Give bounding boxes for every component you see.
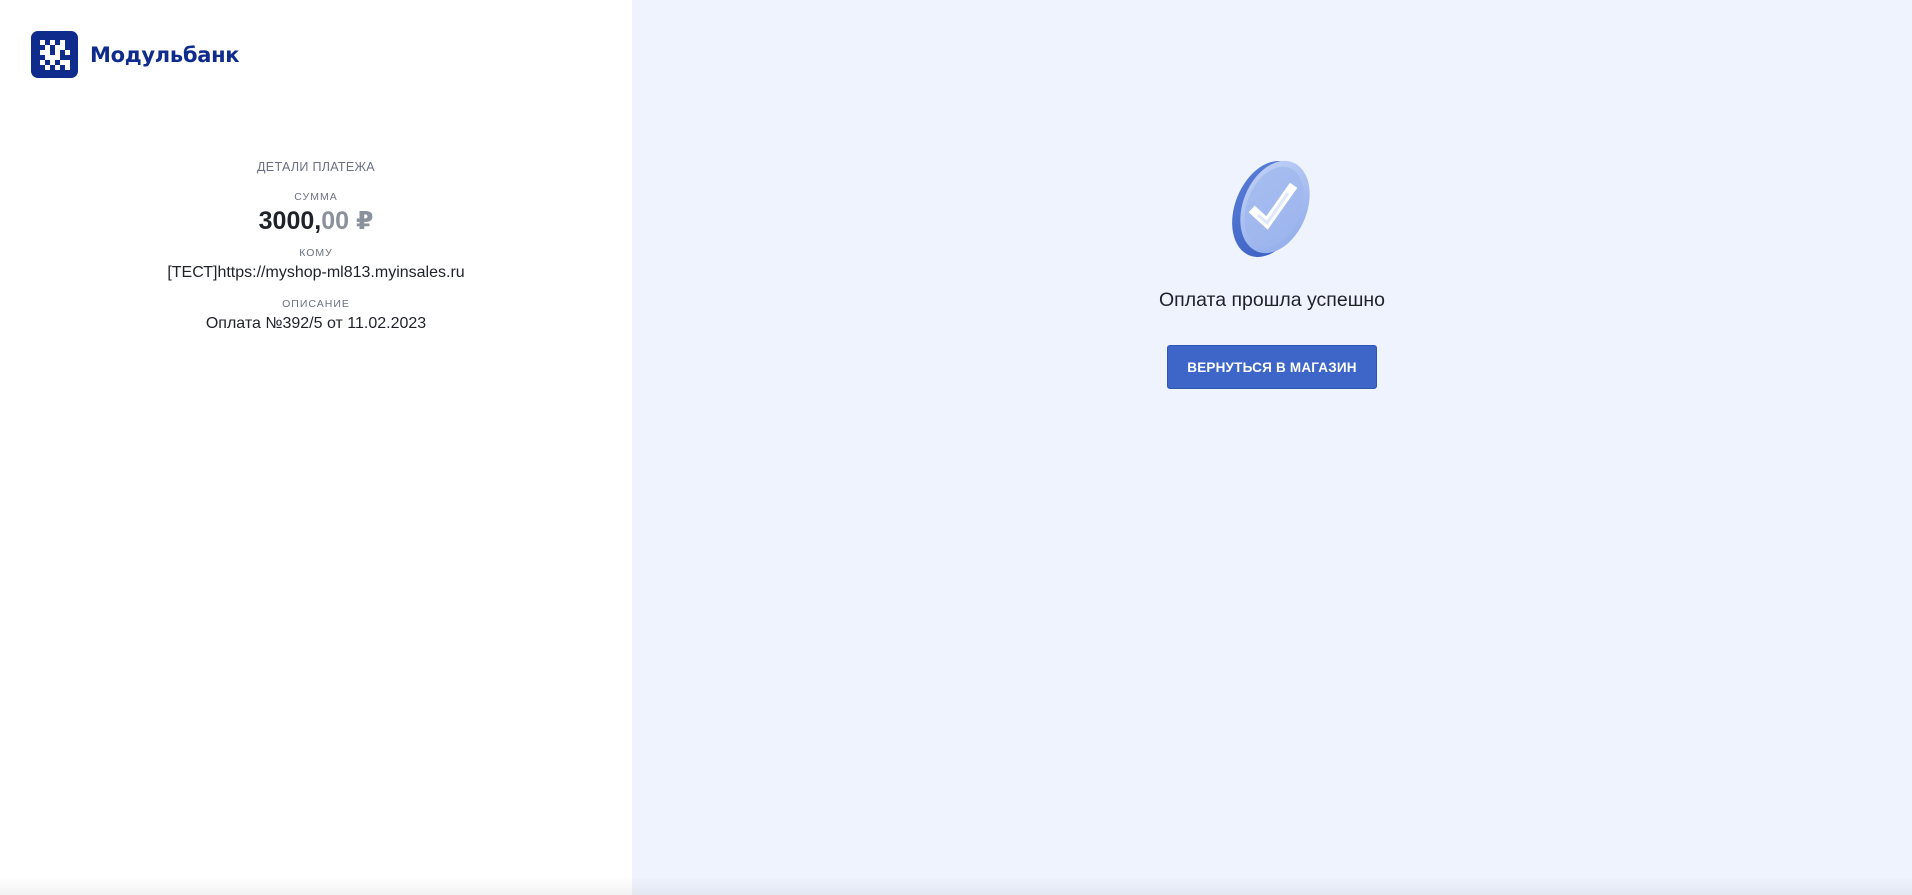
payment-result-panel: Оплата прошла успешно ВЕРНУТЬСЯ В МАГАЗИ… bbox=[632, 0, 1912, 895]
success-check-icon bbox=[1227, 155, 1317, 261]
brand-name: Модульбанк bbox=[90, 42, 240, 67]
amount-value: 3000,00 ₽ bbox=[0, 206, 632, 236]
amount-major: 3000, bbox=[258, 207, 322, 235]
description-label: ОПИСАНИЕ bbox=[282, 298, 350, 310]
modulbank-logo-icon bbox=[31, 31, 78, 78]
payment-result-page: Модульбанк ДЕТАЛИ ПЛАТЕЖА СУММА 3000,00 … bbox=[0, 0, 1912, 895]
details-title: ДЕТАЛИ ПЛАТЕЖА bbox=[257, 160, 375, 174]
amount-label: СУММА bbox=[294, 191, 338, 203]
payment-details-panel: Модульбанк ДЕТАЛИ ПЛАТЕЖА СУММА 3000,00 … bbox=[0, 0, 632, 895]
description-value: Оплата №392/5 от 11.02.2023 bbox=[205, 315, 427, 332]
brand-logo[interactable]: Модульбанк bbox=[31, 31, 240, 78]
recipient-label: КОМУ bbox=[299, 247, 333, 259]
recipient-value: [ТЕСТ]https://myshop-ml813.myinsales.ru bbox=[167, 264, 465, 281]
amount-minor: 00 ₽ bbox=[321, 207, 374, 235]
return-to-shop-button[interactable]: ВЕРНУТЬСЯ В МАГАЗИН bbox=[1167, 345, 1377, 389]
success-message: Оплата прошла успешно bbox=[1159, 289, 1385, 311]
success-block: Оплата прошла успешно ВЕРНУТЬСЯ В МАГАЗИ… bbox=[632, 155, 1912, 389]
payment-details: ДЕТАЛИ ПЛАТЕЖА СУММА 3000,00 ₽ КОМУ [ТЕС… bbox=[0, 160, 632, 333]
